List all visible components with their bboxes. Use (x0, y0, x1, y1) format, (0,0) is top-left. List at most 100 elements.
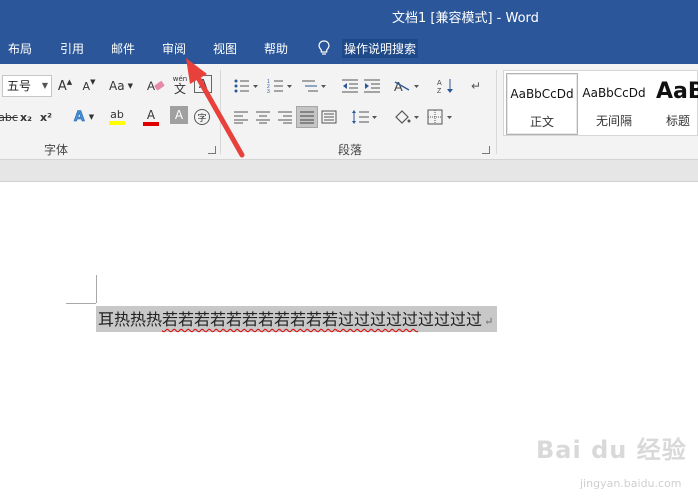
tell-me-label: 操作说明搜索 (342, 38, 419, 58)
svg-text:Z: Z (437, 88, 442, 94)
styles-gallery: AaBbCcDd 正文 AaBbCcDd 无间隔 AaB 标题 (503, 70, 698, 136)
tab-view[interactable]: 视图 (213, 40, 237, 57)
font-group-label: 字体 (44, 143, 69, 157)
margin-corner-mark (66, 303, 96, 304)
style-normal[interactable]: AaBbCcDd 正文 (506, 73, 578, 135)
font-size-select[interactable]: 五号 ▼ (2, 75, 52, 97)
character-shading-button[interactable]: A (170, 106, 188, 124)
char-border-glyph: A (198, 77, 208, 91)
tell-me-search[interactable]: 操作说明搜索 (318, 38, 419, 58)
bullets-icon (234, 79, 258, 93)
highlight-swatch (109, 121, 125, 125)
text-run-spelling-error: 若若若若若若若若若若若 (162, 310, 339, 329)
watermark-logo: Bai du 经验 (536, 436, 687, 464)
text-run-spelling-error: 过过过过过 (338, 310, 419, 329)
multilevel-list-button[interactable] (300, 75, 328, 97)
tab-review[interactable]: 审阅 (162, 40, 186, 57)
strikethrough-button[interactable]: abc (0, 106, 18, 128)
font-color-button[interactable]: A (136, 106, 166, 128)
decrease-indent-button[interactable] (340, 75, 360, 97)
bullets-button[interactable] (232, 75, 260, 97)
strike-glyph: abc (0, 110, 18, 124)
style-name: 标题 (666, 114, 691, 128)
superscript-button[interactable]: x² (38, 106, 54, 128)
svg-text:3: 3 (267, 89, 270, 94)
style-no-spacing[interactable]: AaBbCcDd 无间隔 (578, 73, 650, 135)
window-title: 文档1 [兼容模式] - Word (392, 11, 539, 26)
paragraph-mark-icon: ↵ (484, 315, 494, 328)
paint-bucket-icon (395, 110, 419, 124)
paragraph-dialog-launcher-icon[interactable] (482, 146, 490, 154)
paragraph-group-label: 段落 (338, 143, 363, 157)
ribbon-tabs: 布局 引用 邮件 审阅 视图 帮助 操作说明搜索 (0, 32, 698, 64)
chevron-down-icon: ▼ (88, 113, 95, 121)
pilcrow-icon: ↵ (470, 79, 482, 93)
justify-icon (300, 111, 314, 124)
align-right-icon (278, 111, 292, 124)
watermark-url: jingyan.baidu.com (580, 477, 682, 490)
align-right-button[interactable] (274, 106, 296, 128)
font-size-value: 五号 (7, 79, 32, 93)
phonetic-char: 文 (173, 81, 186, 96)
change-case-button[interactable]: Aa ▼ (106, 75, 136, 97)
highlight-button[interactable]: ab (102, 106, 132, 128)
increase-indent-icon (364, 79, 380, 93)
group-separator (220, 70, 221, 154)
distributed-button[interactable] (318, 106, 340, 128)
borders-button[interactable] (426, 106, 456, 128)
text-run: 过过过过 (418, 310, 483, 329)
change-case-glyph: Aa (109, 79, 125, 93)
decrease-indent-icon (342, 79, 358, 93)
chinese-layout-button[interactable]: A (392, 75, 422, 97)
align-center-button[interactable] (252, 106, 274, 128)
enclose-characters-button[interactable]: 字 (192, 106, 212, 128)
clear-formatting-button[interactable]: A (146, 75, 166, 97)
sort-button[interactable]: A Z (436, 75, 456, 97)
style-sample: AaBbCcDd (582, 86, 646, 100)
subscript-button[interactable]: x₂ (18, 106, 34, 128)
font-dialog-launcher-icon[interactable] (208, 146, 216, 154)
sort-icon: A Z (437, 79, 453, 94)
grow-font-button[interactable]: A ▲ (56, 75, 74, 97)
document-page[interactable]: 耳热热热若若若若若若若若若若若过过过过过过过过过 ↵ Bai du 经验 jing… (0, 182, 698, 503)
style-sample: AaB (656, 79, 698, 104)
text-effects-button[interactable]: A ▼ (70, 106, 98, 128)
highlight-glyph: ab (110, 108, 124, 121)
tab-mailings[interactable]: 邮件 (111, 40, 135, 57)
line-spacing-button[interactable] (350, 106, 380, 128)
multilevel-list-icon (302, 80, 326, 92)
selected-text-line[interactable]: 耳热热热若若若若若若若若若若若过过过过过过过过过 ↵ (96, 306, 498, 332)
tab-help[interactable]: 帮助 (264, 40, 288, 57)
align-center-icon (256, 111, 270, 124)
justify-button[interactable] (296, 106, 318, 128)
numbering-button[interactable]: 1 2 3 (266, 75, 294, 97)
chevron-down-icon: ▼ (41, 81, 48, 90)
margin-corner-mark (96, 275, 97, 303)
borders-icon (427, 109, 452, 125)
character-border-button[interactable]: A (194, 75, 212, 93)
shading-button[interactable] (392, 106, 422, 128)
show-formatting-button[interactable]: ↵ (468, 75, 484, 97)
shrink-font-glyph: A (82, 79, 91, 93)
enclose-glyph: 字 (194, 109, 210, 125)
svg-text:A: A (437, 80, 442, 87)
align-left-button[interactable] (230, 106, 252, 128)
tab-references[interactable]: 引用 (60, 40, 84, 57)
increase-indent-button[interactable] (362, 75, 382, 97)
font-color-swatch (143, 121, 159, 126)
grow-font-glyph: A (57, 78, 67, 94)
tab-layout[interactable]: 布局 (8, 40, 32, 57)
style-name: 正文 (529, 115, 554, 129)
caret-up-icon: ▲ (66, 78, 73, 86)
phonetic-guide-button[interactable]: wén 文 (170, 72, 190, 98)
group-separator (496, 70, 497, 154)
sub-glyph: x₂ (20, 110, 32, 124)
font-color-glyph: A (146, 107, 156, 122)
distributed-icon (321, 110, 337, 124)
style-heading[interactable]: AaB 标题 (650, 73, 698, 135)
numbering-icon: 1 2 3 (267, 79, 292, 94)
lightbulb-icon (318, 40, 330, 55)
ribbon-home: 五号 ▼ A ▲ A ▼ Aa ▼ A wén 文 A abc x₂ x² A ▼ ab… (0, 64, 698, 160)
sup-glyph: x² (40, 110, 52, 124)
shrink-font-button[interactable]: A ▼ (80, 75, 98, 97)
